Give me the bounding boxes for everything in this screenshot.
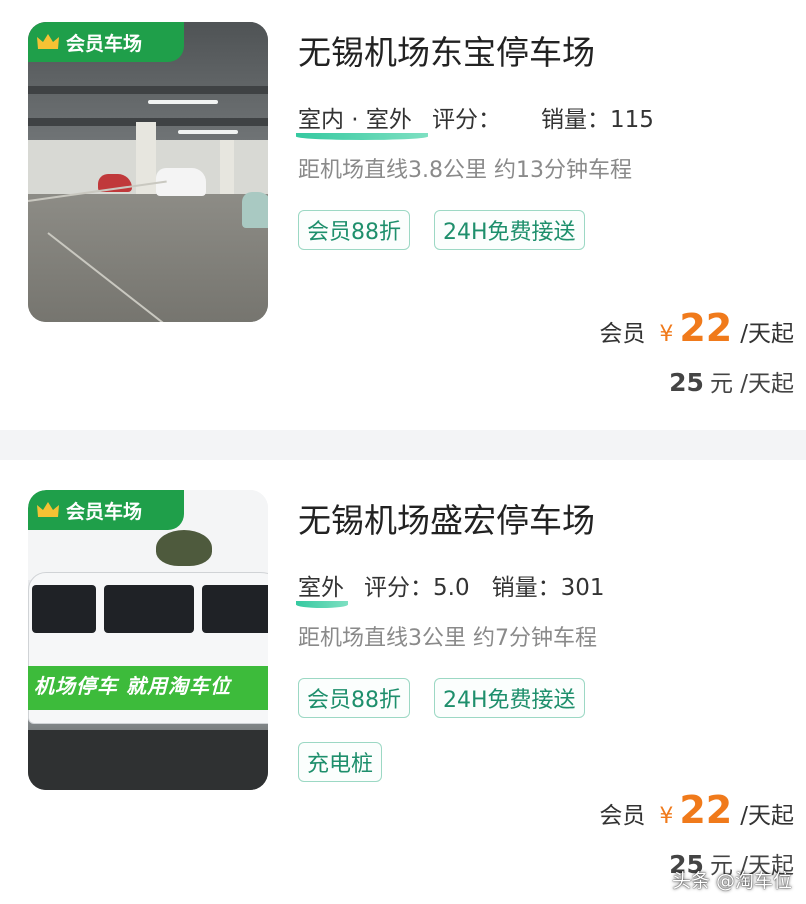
tag-charging: 充电桩 xyxy=(298,742,383,782)
regular-price-amount: 25 xyxy=(669,368,704,397)
member-badge: 会员车场 xyxy=(28,490,184,530)
photo-light xyxy=(148,100,218,104)
photo-floor xyxy=(28,194,268,322)
listing-title[interactable]: 无锡机场盛宏停车场 xyxy=(298,494,595,542)
member-price: 会员 ¥ 22 /天起 xyxy=(599,788,794,832)
parking-photo[interactable]: 会员车场 xyxy=(28,22,268,322)
sales-label: 销量： xyxy=(491,575,561,601)
listing-meta: 室内 · 室外 评分： 销量：115 xyxy=(296,100,654,140)
photo-car xyxy=(242,192,268,228)
photo-ground xyxy=(28,730,268,790)
badge-label: 会员车场 xyxy=(66,500,143,523)
currency-symbol: ¥ xyxy=(659,322,674,347)
member-price-label: 会员 xyxy=(599,803,646,829)
listing-title[interactable]: 无锡机场东宝停车场 xyxy=(298,26,595,74)
photo-van-window xyxy=(104,585,194,633)
member-price-unit: /天起 xyxy=(740,803,794,829)
regular-price-unit: 元 /天起 xyxy=(709,371,794,397)
photo-pillar xyxy=(136,122,156,200)
photo-light xyxy=(178,130,238,134)
photo-pillar xyxy=(220,140,234,200)
photo-beam xyxy=(28,86,268,94)
member-price-unit: /天起 xyxy=(740,321,794,347)
distance-info: 距机场直线3公里 约7分钟车程 xyxy=(298,626,597,651)
van-ad-text: 机场停车 就用淘车位 xyxy=(34,674,231,698)
rating-label: 评分： xyxy=(364,575,433,601)
watermark: 头条 @淘车位 xyxy=(671,870,792,892)
listing-card[interactable]: 会员车场 无锡机场东宝停车场 室内 · 室外 评分： 销量：115 距机场直线3.8… xyxy=(0,0,806,430)
member-price-amount: 22 xyxy=(679,788,733,832)
tag-member-discount: 会员88折 xyxy=(298,678,410,718)
sales-label: 销量： xyxy=(540,107,610,133)
crown-icon xyxy=(37,34,59,49)
member-price-amount: 22 xyxy=(679,306,733,350)
swoosh-decoration xyxy=(296,133,428,140)
swoosh-decoration xyxy=(296,601,348,608)
distance-info: 距机场直线3.8公里 约13分钟车程 xyxy=(298,158,632,183)
rating-value: 5.0 xyxy=(433,575,470,601)
member-badge: 会员车场 xyxy=(28,22,184,62)
tag-shuttle: 24H免费接送 xyxy=(434,210,585,250)
member-price: 会员 ¥ 22 /天起 xyxy=(599,306,794,350)
tag-member-discount: 会员88折 xyxy=(298,210,410,250)
parking-photo[interactable]: 机场停车 就用淘车位 会员车场 xyxy=(28,490,268,790)
sales-value: 301 xyxy=(560,575,605,601)
parking-type: 室内 · 室外 xyxy=(296,100,428,140)
photo-van-window xyxy=(202,585,268,633)
parking-type: 室外 xyxy=(296,568,348,608)
sales-value: 115 xyxy=(609,107,654,133)
crown-icon xyxy=(37,502,59,517)
photo-tree xyxy=(156,530,212,566)
listing-meta: 室外 评分：5.0 销量：301 xyxy=(296,568,605,608)
tag-shuttle: 24H免费接送 xyxy=(434,678,585,718)
badge-label: 会员车场 xyxy=(66,32,143,55)
regular-price: 25 元 /天起 xyxy=(669,364,794,398)
currency-symbol: ¥ xyxy=(659,804,674,829)
rating-label: 评分： xyxy=(431,107,501,133)
photo-van-window xyxy=(32,585,96,633)
member-price-label: 会员 xyxy=(599,321,646,347)
